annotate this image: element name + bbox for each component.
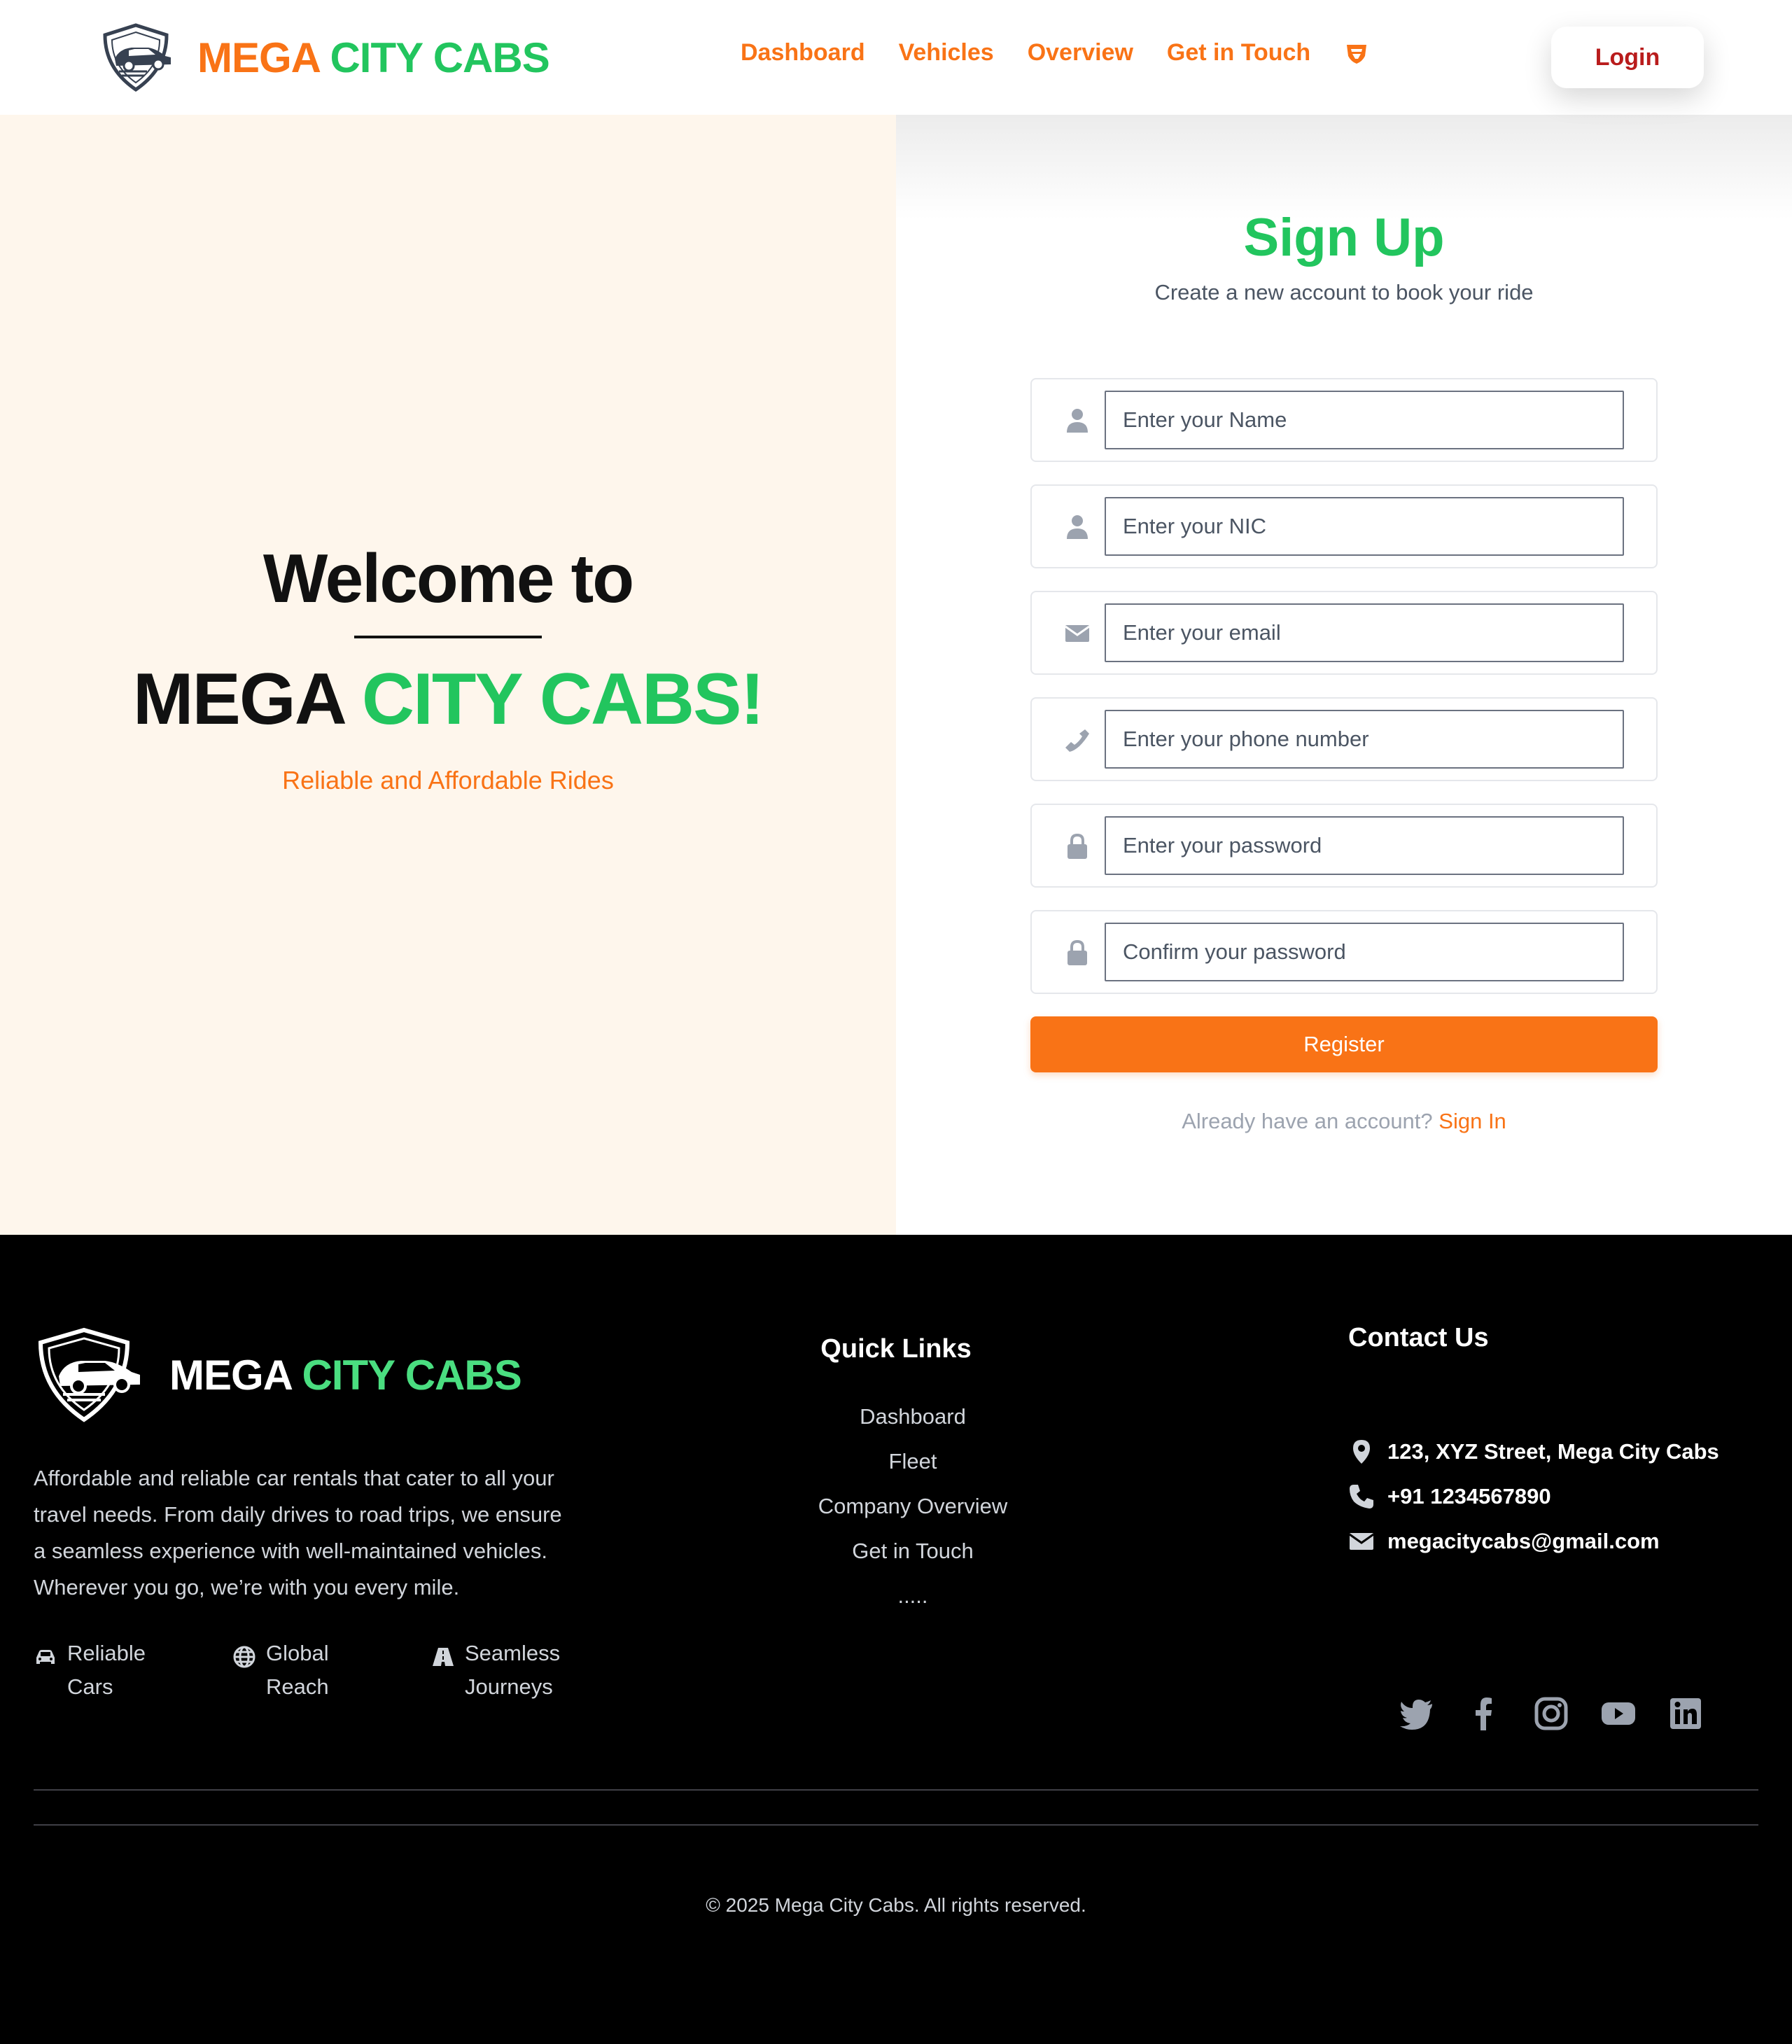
nic-field-group bbox=[1030, 484, 1658, 568]
feature-label: Global Reach bbox=[266, 1641, 329, 1699]
car-icon bbox=[36, 1650, 55, 1664]
brand[interactable]: MEGA CITY CABS bbox=[98, 22, 550, 92]
login-button[interactable]: Login bbox=[1551, 27, 1704, 88]
shield-icon[interactable] bbox=[1344, 41, 1369, 66]
signin-prompt: Already have an account? Sign In bbox=[896, 1109, 1792, 1134]
brand-name-part2: CITY CABS bbox=[330, 34, 550, 81]
map-pin-icon bbox=[1353, 1440, 1370, 1464]
brand-name-part1: MEGA bbox=[197, 34, 320, 81]
welcome-brand-part1: MEGA bbox=[132, 659, 344, 740]
feature-reliable-cars: Reliable Cars bbox=[34, 1637, 186, 1704]
feature-label: Seamless Journeys bbox=[465, 1641, 561, 1699]
phone-icon bbox=[1065, 729, 1089, 752]
site-footer: MEGA CITY CABS Affordable and reliable c… bbox=[0, 1235, 1792, 2044]
nav-dashboard[interactable]: Dashboard bbox=[741, 39, 865, 66]
welcome-brand-part2: CITY CABS! bbox=[361, 659, 764, 740]
footer-brand-name: MEGA CITY CABS bbox=[169, 1351, 522, 1399]
phone-input[interactable] bbox=[1105, 710, 1624, 769]
feature-global-reach: Global Reach bbox=[232, 1637, 385, 1704]
contact-address-text: 123, XYZ Street, Mega City Cabs bbox=[1387, 1439, 1719, 1464]
footer-brand[interactable]: MEGA CITY CABS bbox=[35, 1326, 522, 1424]
nav-overview[interactable]: Overview bbox=[1028, 39, 1133, 66]
footer-divider-top bbox=[34, 1789, 1758, 1791]
main-nav: Dashboard Vehicles Overview Get in Touch bbox=[741, 39, 1369, 66]
user-icon bbox=[1067, 515, 1088, 539]
user-icon bbox=[1067, 409, 1088, 433]
welcome-divider bbox=[354, 636, 542, 638]
signin-link[interactable]: Sign In bbox=[1438, 1109, 1506, 1133]
signup-form bbox=[1030, 378, 1658, 1016]
contact-us-title: Contact Us bbox=[1348, 1323, 1489, 1352]
confirm-password-input[interactable] bbox=[1105, 923, 1624, 981]
feature-label: Reliable Cars bbox=[67, 1641, 146, 1699]
quick-link-more[interactable]: ..... bbox=[773, 1574, 1053, 1618]
facebook-icon[interactable] bbox=[1466, 1695, 1502, 1732]
signin-prompt-text: Already have an account? bbox=[1182, 1109, 1433, 1133]
email-field-group bbox=[1030, 591, 1658, 675]
signup-panel: Sign Up Create a new account to book you… bbox=[896, 115, 1792, 1235]
welcome-panel: Welcome to MEGA CITY CABS! Reliable and … bbox=[0, 115, 896, 1235]
footer-divider-bottom bbox=[34, 1824, 1758, 1826]
footer-features: Reliable Cars Global Reach Seamless Jour… bbox=[34, 1637, 630, 1704]
name-field-group bbox=[1030, 378, 1658, 462]
phone-field-group bbox=[1030, 697, 1658, 781]
quick-link-dashboard[interactable]: Dashboard bbox=[773, 1394, 1053, 1439]
contact-phone-text: +91 1234567890 bbox=[1387, 1484, 1551, 1508]
footer-brand-part1: MEGA bbox=[169, 1351, 292, 1399]
feature-seamless-journeys: Seamless Journeys bbox=[431, 1637, 584, 1704]
quick-link-fleet[interactable]: Fleet bbox=[773, 1439, 1053, 1484]
copyright-text: © 2025 Mega City Cabs. All rights reserv… bbox=[706, 1894, 1086, 1916]
envelope-icon bbox=[1349, 1533, 1374, 1550]
register-button[interactable]: Register bbox=[1030, 1016, 1658, 1072]
cab-shield-logo-icon bbox=[103, 23, 171, 92]
youtube-icon[interactable] bbox=[1600, 1695, 1637, 1732]
footer-brand-part2: CITY CABS bbox=[302, 1351, 522, 1399]
name-input[interactable] bbox=[1105, 391, 1624, 449]
twitter-icon[interactable] bbox=[1399, 1695, 1435, 1732]
password-field-group bbox=[1030, 804, 1658, 888]
footer-description: Affordable and reliable car rentals that… bbox=[34, 1466, 562, 1600]
instagram-icon[interactable] bbox=[1533, 1695, 1569, 1732]
lock-icon bbox=[1068, 833, 1087, 859]
envelope-icon bbox=[1065, 625, 1090, 642]
quick-links-title: Quick Links bbox=[820, 1334, 972, 1364]
linkedin-icon[interactable] bbox=[1667, 1695, 1704, 1732]
password-input[interactable] bbox=[1105, 816, 1624, 875]
contact-list: 123, XYZ Street, Mega City Cabs +91 1234… bbox=[1348, 1429, 1719, 1564]
welcome-brand: MEGA CITY CABS! bbox=[0, 658, 896, 741]
cab-shield-logo-icon bbox=[38, 1327, 140, 1422]
welcome-heading: Welcome to bbox=[262, 540, 634, 617]
nic-input[interactable] bbox=[1105, 497, 1624, 556]
brand-name: MEGA CITY CABS bbox=[197, 34, 550, 82]
signup-subtitle: Create a new account to book your ride bbox=[1154, 280, 1534, 304]
lock-icon bbox=[1068, 939, 1087, 965]
social-links bbox=[1399, 1695, 1735, 1732]
nav-get-in-touch[interactable]: Get in Touch bbox=[1167, 39, 1310, 66]
nav-vehicles[interactable]: Vehicles bbox=[899, 39, 994, 66]
quick-link-company-overview[interactable]: Company Overview bbox=[773, 1484, 1053, 1529]
road-icon bbox=[433, 1648, 454, 1666]
contact-phone: +91 1234567890 bbox=[1348, 1474, 1719, 1519]
contact-email: megacitycabs@gmail.com bbox=[1348, 1519, 1719, 1564]
top-navbar: MEGA CITY CABS Dashboard Vehicles Overvi… bbox=[0, 0, 1792, 115]
quick-links-list: Dashboard Fleet Company Overview Get in … bbox=[773, 1394, 1053, 1618]
contact-address: 123, XYZ Street, Mega City Cabs bbox=[1348, 1429, 1719, 1474]
signup-title: Sign Up bbox=[1243, 208, 1445, 267]
confirm-password-field-group bbox=[1030, 910, 1658, 994]
welcome-tagline: Reliable and Affordable Rides bbox=[282, 766, 614, 794]
phone-icon bbox=[1350, 1485, 1373, 1508]
contact-email-text[interactable]: megacitycabs@gmail.com bbox=[1387, 1529, 1660, 1554]
quick-link-get-in-touch[interactable]: Get in Touch bbox=[773, 1529, 1053, 1574]
email-input[interactable] bbox=[1105, 603, 1624, 662]
globe-icon bbox=[233, 1646, 255, 1668]
